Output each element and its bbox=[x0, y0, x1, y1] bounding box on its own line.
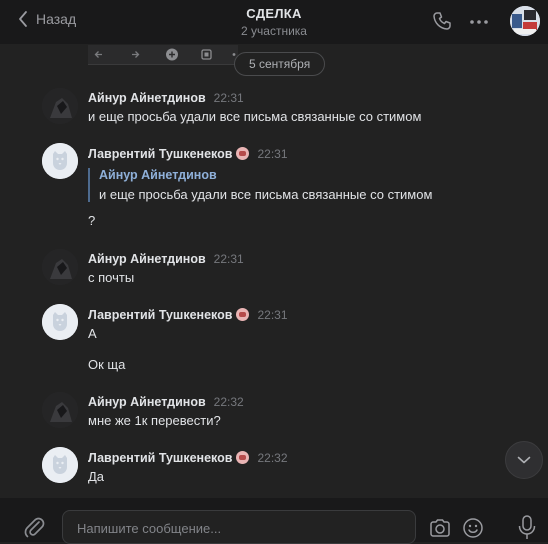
message-time: 22:32 bbox=[213, 395, 244, 409]
message-author[interactable]: Лаврентий Тушкенеков 22:32 bbox=[88, 451, 288, 465]
message-text: А bbox=[88, 326, 97, 341]
chat-avatar[interactable] bbox=[510, 6, 540, 36]
message-author[interactable]: Лаврентий Тушкенеков 22:31 bbox=[88, 308, 288, 322]
smile-icon[interactable] bbox=[462, 517, 484, 539]
message-input[interactable]: Напишите сообщение... bbox=[62, 510, 416, 544]
message-time: 22:31 bbox=[213, 252, 244, 266]
author-name[interactable]: Айнур Айнетдинов bbox=[88, 252, 206, 266]
dog-avatar-icon bbox=[42, 304, 78, 340]
chat-title[interactable]: СДЕЛКА bbox=[0, 6, 548, 21]
status-badge-icon bbox=[236, 451, 250, 464]
scroll-to-bottom-button[interactable] bbox=[505, 441, 543, 479]
chat-header: Назад СДЕЛКА 2 участника bbox=[0, 0, 548, 44]
message-text: мне же 1к перевести? bbox=[88, 413, 221, 428]
message-time: 22:31 bbox=[213, 91, 244, 105]
message-time: 22:32 bbox=[257, 451, 288, 465]
avatar[interactable] bbox=[42, 249, 78, 285]
message-time: 22:31 bbox=[257, 308, 288, 322]
microphone-icon[interactable] bbox=[517, 515, 537, 541]
quote-text: и еще просьба удали все письма связанные… bbox=[99, 187, 433, 202]
message-author[interactable]: Айнур Айнетдинов 22:32 bbox=[88, 395, 244, 409]
message-time: 22:31 bbox=[257, 147, 288, 161]
author-name[interactable]: Лаврентий Тушкенеков bbox=[88, 451, 232, 465]
more-dots-icon[interactable] bbox=[470, 20, 488, 24]
status-badge-icon bbox=[236, 147, 250, 160]
quote-author[interactable]: Айнур Айнетдинов bbox=[99, 168, 432, 182]
message-author[interactable]: Айнур Айнетдинов 22:31 bbox=[88, 91, 244, 105]
author-name[interactable]: Айнур Айнетдинов bbox=[88, 91, 206, 105]
avatar[interactable] bbox=[42, 88, 78, 124]
message-text: с почты bbox=[88, 270, 135, 285]
status-badge-icon bbox=[236, 308, 250, 321]
author-name[interactable]: Лаврентий Тушкенеков bbox=[88, 308, 232, 322]
message-author[interactable]: Айнур Айнетдинов 22:31 bbox=[88, 252, 244, 266]
date-separator: 5 сентября bbox=[234, 52, 326, 76]
paperclip-icon[interactable] bbox=[22, 515, 46, 539]
message-text: Да bbox=[88, 469, 105, 484]
author-name[interactable]: Лаврентий Тушкенеков bbox=[88, 147, 232, 161]
chevron-down-icon bbox=[517, 456, 531, 464]
message-text: Ок ща bbox=[88, 357, 126, 372]
avatar[interactable] bbox=[42, 143, 78, 179]
avatar[interactable] bbox=[42, 392, 78, 428]
author-name[interactable]: Айнур Айнетдинов bbox=[88, 395, 206, 409]
message-text: ? bbox=[88, 213, 96, 228]
message-text: и еще просьба удали все письма связанные… bbox=[88, 109, 422, 124]
message-author[interactable]: Лаврентий Тушкенеков 22:31 bbox=[88, 147, 288, 161]
dog-avatar-icon bbox=[42, 447, 78, 483]
reply-quote[interactable]: Айнур Айнетдинов и еще просьба удали все… bbox=[88, 168, 432, 202]
dog-avatar-icon bbox=[42, 143, 78, 179]
message-input-placeholder: Напишите сообщение... bbox=[77, 521, 222, 536]
embedded-browser-toolbar bbox=[88, 45, 238, 65]
avatar[interactable] bbox=[42, 304, 78, 340]
avatar[interactable] bbox=[42, 447, 78, 483]
camera-icon[interactable] bbox=[429, 518, 451, 538]
participants-count[interactable]: 2 участника bbox=[0, 24, 548, 38]
phone-icon[interactable] bbox=[432, 11, 452, 31]
